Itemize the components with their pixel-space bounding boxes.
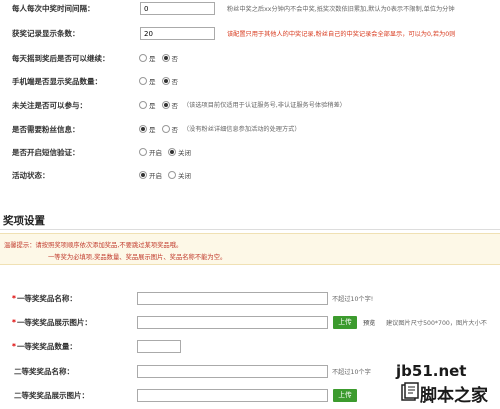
mobile-show-yes-option[interactable]: 是 (139, 76, 156, 86)
radio-checked-icon[interactable] (161, 77, 170, 85)
need-fan-info-hint: （没有粉丝详细信息参加活动的处理方式） (183, 126, 301, 133)
continue-no-option[interactable]: 否 (161, 53, 178, 63)
fan-info-yes-option[interactable]: 是 (139, 124, 156, 134)
radio-icon[interactable] (161, 125, 170, 133)
radio-icon[interactable] (139, 148, 147, 156)
need-fan-info-label: 是否需要粉丝信息： (12, 125, 80, 134)
interval-hint: 粉丝中奖之后xx分钟内不会中奖,抵奖次数依旧累加,默认为0表示不限制,单位为分钟 (227, 6, 455, 13)
records-label: 获奖记录显示条数： (12, 29, 80, 38)
activity-on-option[interactable]: 开启 (139, 170, 162, 180)
second-prize-name-hint: 不超过10个字 (332, 369, 371, 376)
sms-verify-radio-group: 开启 关闭 (139, 147, 197, 157)
activity-status-label: 活动状态： (12, 171, 50, 180)
radio-checked-icon[interactable] (139, 125, 147, 133)
radio-icon[interactable] (139, 101, 147, 109)
fan-info-no-option[interactable]: 否 (161, 124, 178, 134)
section-divider (0, 229, 500, 230)
first-prize-name-label: *一等奖奖品名称： (12, 294, 77, 303)
records-input[interactable]: 20 (140, 27, 215, 40)
radio-icon[interactable] (139, 77, 147, 85)
sms-on-option[interactable]: 开启 (139, 147, 162, 157)
radio-icon[interactable] (139, 54, 147, 62)
notice-line-1: 温馨提示：请按照奖项顺序依次添加奖品,不要跳过某项奖品哦。 (4, 242, 183, 249)
records-hint: 该配置只用于其他人的中奖记录,粉丝自己的中奖记录会全部显示，可以为0,若为0则 (227, 31, 456, 38)
unfollowed-join-label: 未关注是否可以参与： (12, 101, 87, 110)
continue-after-win-radio-group: 是 否 (139, 53, 184, 63)
activity-off-option[interactable]: 关闭 (168, 170, 191, 180)
mobile-show-count-label: 手机端是否显示奖品数量： (12, 77, 102, 86)
sms-off-option[interactable]: 关闭 (168, 147, 191, 157)
first-prize-count-input[interactable] (137, 340, 181, 353)
mobile-show-no-option[interactable]: 否 (161, 76, 178, 86)
second-prize-name-input[interactable] (137, 365, 328, 378)
first-prize-preview-link[interactable]: 预览 (363, 318, 375, 327)
prize-section-title: 奖项设置 (3, 215, 45, 227)
radio-checked-icon[interactable] (161, 54, 170, 62)
second-prize-image-label: 二等奖奖品展示图片： (14, 391, 89, 400)
unfollowed-no-option[interactable]: 否 (161, 100, 178, 110)
continue-yes-option[interactable]: 是 (139, 53, 156, 63)
mobile-show-count-radio-group: 是 否 (139, 76, 184, 86)
radio-checked-icon[interactable] (161, 101, 170, 109)
unfollowed-yes-option[interactable]: 是 (139, 100, 156, 110)
second-prize-image-input[interactable] (137, 389, 328, 402)
second-prize-upload-button[interactable]: 上传 (333, 389, 357, 402)
sms-verify-label: 是否开启短信验证： (12, 148, 80, 157)
required-mark: * (12, 318, 16, 327)
watermark-name: 脚本之家 (420, 386, 488, 406)
first-prize-image-input[interactable] (137, 316, 328, 329)
first-prize-upload-button[interactable]: 上传 (333, 316, 357, 329)
radio-checked-icon[interactable] (139, 171, 147, 179)
continue-after-win-label: 每天摇到奖后是否可以继续： (12, 54, 110, 63)
watermark-site: jb51.net (396, 362, 467, 380)
unfollowed-join-radio-group: 是 否 (139, 100, 184, 110)
first-prize-name-hint: 不超过10个字! (332, 296, 374, 303)
need-fan-info-radio-group: 是 否 (139, 124, 184, 134)
first-prize-count-label: *一等奖奖品数量： (12, 342, 77, 351)
interval-input[interactable]: 0 (140, 2, 215, 15)
required-mark: * (12, 294, 16, 303)
radio-checked-icon[interactable] (168, 148, 176, 156)
notice-line-2: 一等奖为必填项,奖品数量、奖品展示图片、奖品名称不能为空。 (48, 254, 227, 261)
second-prize-name-label: 二等奖奖品名称： (14, 367, 74, 376)
first-prize-image-hint: 建议图片尺寸500*700，图片大小不 (386, 320, 487, 327)
prize-notice-box: 温馨提示：请按照奖项顺序依次添加奖品,不要跳过某项奖品哦。 一等奖为必填项,奖品… (0, 233, 500, 265)
first-prize-name-input[interactable] (137, 292, 328, 305)
radio-icon[interactable] (168, 171, 176, 179)
watermark-logo-icon (401, 382, 419, 401)
required-mark: * (12, 342, 16, 351)
first-prize-image-label: *一等奖奖品展示图片： (12, 318, 92, 327)
activity-status-radio-group: 开启 关闭 (139, 170, 197, 180)
unfollowed-join-hint: （该选项目前仅适用于认证服务号,非认证服务号体验稍差） (183, 102, 346, 109)
interval-label: 每人每次中奖时间间隔： (12, 4, 95, 13)
